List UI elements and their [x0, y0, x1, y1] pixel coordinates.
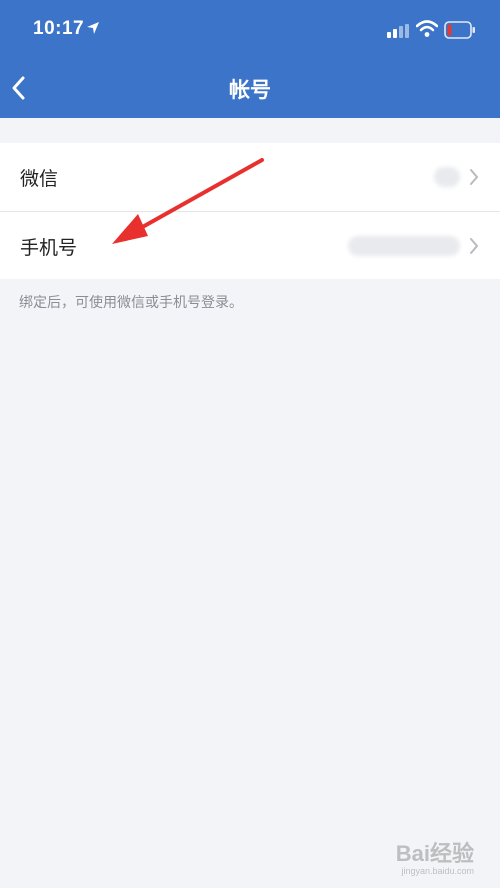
status-time: 10:17	[33, 18, 85, 39]
phone-row[interactable]: 手机号	[0, 211, 500, 279]
annotation-arrow	[112, 158, 264, 244]
wechat-row[interactable]: 微信	[0, 143, 500, 211]
chevron-right-icon	[470, 238, 479, 254]
battery-low-icon	[444, 21, 475, 39]
page-title: 帐号	[229, 78, 271, 102]
wechat-label: 微信	[20, 168, 59, 190]
bind-hint-text: 绑定后，可使用微信或手机号登录。	[19, 295, 243, 311]
cellular-signal-icon	[387, 24, 409, 38]
phone-label: 手机号	[20, 237, 78, 259]
baidu-jingyan-watermark: Bai经验 jingyan.baidu.com	[395, 841, 474, 876]
wechat-value-blurred	[434, 167, 460, 187]
wifi-icon	[416, 20, 438, 37]
phone-value-blurred	[348, 236, 460, 256]
account-list: 微信 手机号	[0, 143, 500, 279]
nav-bar: 10:17 帐号	[0, 0, 500, 118]
location-arrow-icon	[87, 22, 99, 34]
chevron-right-icon	[470, 169, 479, 185]
